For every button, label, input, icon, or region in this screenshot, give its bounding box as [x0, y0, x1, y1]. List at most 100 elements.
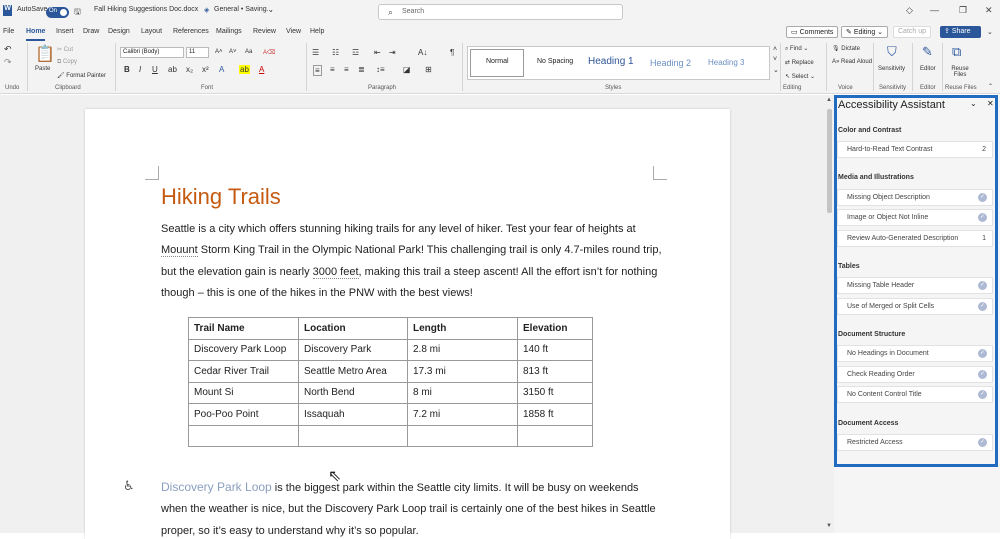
decrease-indent-icon[interactable]: ⇤: [374, 48, 381, 57]
cut-button[interactable]: ✂ Cut: [57, 46, 73, 53]
paragraph-line[interactable]: when the weather is nice, but the Discov…: [161, 503, 656, 515]
scroll-up-icon[interactable]: ▲: [826, 97, 832, 103]
text-effects-icon[interactable]: A: [219, 65, 224, 74]
copy-button[interactable]: ⧉ Copy: [57, 59, 77, 66]
paragraph-line[interactable]: Discovery Park Loop is the biggest park …: [161, 480, 639, 494]
style-no-spacing[interactable]: No Spacing: [537, 58, 573, 65]
tab-draw[interactable]: Draw: [83, 28, 99, 35]
table-cell[interactable]: 140 ft: [517, 338, 593, 361]
catch-up-button[interactable]: Catch up: [893, 26, 932, 38]
tab-references[interactable]: References: [173, 28, 209, 35]
document-heading[interactable]: Hiking Trails: [161, 184, 281, 210]
table-cell[interactable]: Cedar River Trail: [188, 360, 299, 383]
multilevel-list-icon[interactable]: ☲: [352, 48, 359, 57]
save-icon[interactable]: 🖫: [74, 6, 81, 20]
increase-indent-icon[interactable]: ⇥: [389, 48, 396, 57]
minimize-button[interactable]: —: [930, 5, 939, 15]
styles-scroll-down-icon[interactable]: ˅: [773, 56, 777, 63]
vertical-scrollbar[interactable]: ▲ ▼: [825, 95, 834, 533]
scrollbar-thumb[interactable]: [827, 109, 832, 213]
flagged-text[interactable]: 3000 feet: [312, 266, 359, 279]
table-cell[interactable]: North Bend: [298, 381, 408, 404]
editor-button[interactable]: Editor: [920, 66, 936, 72]
paragraph-line[interactable]: proper, so it’s easy to understand why i…: [161, 525, 419, 537]
clear-formatting-icon[interactable]: A⌫: [263, 49, 276, 56]
paragraph-line[interactable]: though – this is one of the hikes in the…: [161, 287, 473, 299]
reuse-files-icon[interactable]: ⧉: [952, 44, 961, 60]
replace-button[interactable]: ⇄ Replace: [785, 59, 814, 66]
align-center-icon[interactable]: ≡: [330, 65, 335, 74]
table-cell[interactable]: 813 ft: [517, 360, 593, 383]
table-cell[interactable]: Seattle Metro Area: [298, 360, 408, 383]
paste-label[interactable]: Paste: [35, 66, 50, 72]
table-cell[interactable]: 3150 ft: [517, 381, 593, 404]
select-button[interactable]: ↖ Select ⌄: [785, 73, 815, 80]
close-button[interactable]: ✕: [985, 5, 993, 16]
bold-button[interactable]: B: [124, 65, 130, 74]
search-box[interactable]: ⌕ Search: [378, 4, 623, 20]
more-icon[interactable]: ⌄: [987, 28, 993, 36]
table-cell[interactable]: 7.2 mi: [407, 403, 518, 426]
paragraph-line[interactable]: Seattle is a city which offers stunning …: [161, 223, 636, 235]
show-marks-icon[interactable]: ¶: [450, 48, 454, 57]
align-left-icon[interactable]: ≡: [313, 65, 322, 76]
table-cell[interactable]: 8 mi: [407, 381, 518, 404]
collapse-ribbon-icon[interactable]: ⌃: [988, 83, 993, 90]
table-cell[interactable]: [298, 424, 408, 447]
table-header-cell[interactable]: Trail Name: [188, 317, 299, 340]
tab-file[interactable]: File: [3, 28, 14, 35]
style-heading-3[interactable]: Heading 3: [708, 58, 744, 67]
table-cell[interactable]: Poo-Poo Point: [188, 403, 299, 426]
align-right-icon[interactable]: ≡: [344, 65, 349, 74]
redo-icon[interactable]: ↷: [4, 57, 12, 68]
autosave-toggle[interactable]: On: [46, 7, 69, 18]
styles-more-icon[interactable]: ⌄: [773, 66, 779, 74]
shading-icon[interactable]: ◪: [403, 65, 411, 74]
font-name-box[interactable]: Calibri (Body): [120, 47, 184, 58]
table-cell[interactable]: [188, 424, 299, 447]
shrink-font-icon[interactable]: A˅: [229, 49, 237, 55]
change-case-icon[interactable]: Aa: [245, 49, 252, 55]
document-page[interactable]: Hiking Trails Seattle is a city which of…: [85, 109, 730, 539]
superscript-icon[interactable]: x²: [202, 65, 209, 74]
font-color-icon[interactable]: A: [259, 65, 264, 74]
tab-mailings[interactable]: Mailings: [216, 28, 242, 35]
borders-icon[interactable]: ⊞: [425, 65, 432, 74]
diamond-icon[interactable]: ◇: [906, 5, 913, 16]
format-painter-button[interactable]: 🖌 Format Painter: [57, 72, 106, 79]
style-heading-1[interactable]: Heading 1: [588, 56, 634, 67]
paragraph-line[interactable]: Mouunt Storm King Trail in the Olympic N…: [161, 244, 662, 257]
style-heading-2[interactable]: Heading 2: [650, 58, 691, 68]
table-cell[interactable]: Discovery Park: [298, 338, 408, 361]
trails-table[interactable]: Trail Name Location Length Elevation Dis…: [188, 317, 593, 447]
editing-mode-button[interactable]: ✎ Editing ⌄: [841, 26, 889, 38]
dictate-button[interactable]: 🎙 Dictate: [832, 45, 860, 52]
table-header-cell[interactable]: Location: [298, 317, 408, 340]
table-header-cell[interactable]: Length: [407, 317, 518, 340]
paragraph-line[interactable]: but the elevation gain is nearly 3000 fe…: [161, 266, 657, 279]
scroll-down-icon[interactable]: ▼: [826, 523, 832, 529]
section-heading-link[interactable]: Discovery Park Loop: [161, 480, 272, 494]
bullets-icon[interactable]: ☰: [312, 48, 319, 57]
misspelled-word[interactable]: Mouunt: [161, 244, 198, 257]
share-button[interactable]: ⇪ Share: [940, 26, 981, 38]
table-cell[interactable]: Issaquah: [298, 403, 408, 426]
reuse-files-button[interactable]: Reuse Files: [950, 66, 970, 78]
table-cell[interactable]: [517, 424, 593, 447]
table-cell[interactable]: 17.3 mi: [407, 360, 518, 383]
tab-design[interactable]: Design: [108, 28, 130, 35]
paste-icon[interactable]: 📋: [35, 44, 55, 64]
tab-layout[interactable]: Layout: [141, 28, 162, 35]
tab-home[interactable]: Home: [26, 28, 46, 41]
highlight-icon[interactable]: ab: [239, 65, 250, 74]
comments-button[interactable]: ▭ Comments: [786, 26, 839, 38]
justify-icon[interactable]: ≣: [358, 65, 365, 74]
sensitivity-icon[interactable]: ⛉: [887, 44, 897, 60]
tab-review[interactable]: Review: [253, 28, 276, 35]
underline-button[interactable]: U: [152, 65, 158, 74]
document-name[interactable]: Fall Hiking Suggestions Doc.docx: [94, 6, 198, 13]
chevron-down-icon[interactable]: ⌄: [268, 6, 274, 14]
grow-font-icon[interactable]: A˄: [215, 49, 223, 55]
table-cell[interactable]: 1858 ft: [517, 403, 593, 426]
table-cell[interactable]: 2.8 mi: [407, 338, 518, 361]
